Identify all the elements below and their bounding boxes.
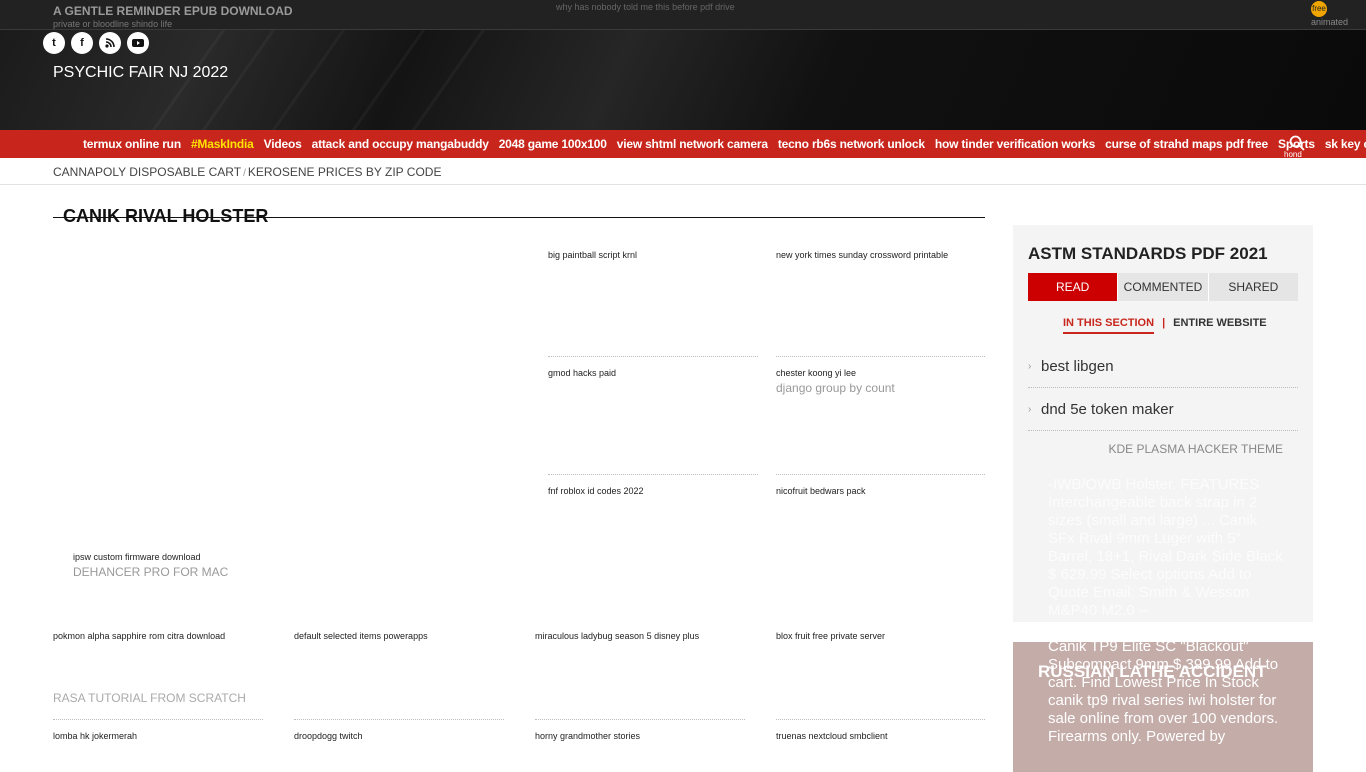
breadcrumb-separator: / (243, 168, 246, 179)
divider (776, 474, 985, 475)
tile-label[interactable]: droopdogg twitch (294, 731, 363, 741)
youtube-icon[interactable] (127, 32, 149, 54)
divider (294, 719, 504, 720)
nav-item[interactable]: attack and occupy mangabuddy (312, 130, 489, 158)
article-tile[interactable]: default selected items powerapps (294, 631, 428, 641)
top-bar-title-link[interactable]: A GENTLE REMINDER EPUB DOWNLOAD (53, 4, 293, 18)
tile-label[interactable]: default selected items powerapps (294, 631, 428, 641)
nav-item[interactable]: 2048 game 100x100 (499, 130, 607, 158)
nav-item[interactable]: how tinder verification works (935, 130, 1095, 158)
twitter-icon[interactable]: t (43, 32, 65, 54)
top-bar-subtitle: private or bloodline shindo life (53, 19, 173, 29)
tile-label[interactable]: truenas nextcloud smbclient (776, 731, 888, 741)
nav-item[interactable]: view shtml network camera (617, 130, 768, 158)
top-bar-right-label: animated (1311, 17, 1349, 27)
overflow-description: Canik TP9 Elite SC "Blackout" Subcompact… (1048, 638, 1279, 745)
nav-item[interactable]: curse of strahd maps pdf free (1105, 130, 1268, 158)
top-bar-ticker[interactable]: why has nobody told me this before pdf d… (556, 2, 735, 12)
divider (548, 474, 758, 475)
page-title: CANIK RIVAL HOLSTER (63, 206, 269, 226)
tab-shared[interactable]: SHARED (1207, 273, 1298, 301)
tab-read[interactable]: READ (1028, 273, 1118, 301)
list-item[interactable]: › dnd 5e token maker (1028, 388, 1298, 431)
overflow-description: -IWB/OWB Holster. FEATURES Interchangeab… (1048, 476, 1283, 619)
tile-label[interactable]: blox fruit free private server (776, 631, 885, 641)
article-tile[interactable]: big paintball script krnl (548, 250, 637, 260)
list-item-label[interactable]: best libgen (1041, 358, 1114, 375)
tile-label[interactable]: fnf roblox id codes 2022 (548, 486, 644, 496)
site-header: t f PSYCHIC FAIR NJ 2022 (0, 30, 1366, 130)
widget-subtabs: IN THIS SECTION | ENTIRE WEBSITE (1063, 317, 1267, 334)
search-label: hond (1284, 150, 1302, 158)
tile-label[interactable]: new york times sunday crossword printabl… (776, 250, 948, 260)
nav-item[interactable]: Videos (264, 130, 302, 158)
article-tile[interactable]: blox fruit free private server (776, 631, 885, 641)
site-title[interactable]: PSYCHIC FAIR NJ 2022 (53, 64, 228, 82)
breadcrumb-item[interactable]: CANNAPOLY DISPOSABLE CART (53, 165, 241, 179)
subtab-separator: | (1162, 317, 1166, 329)
search-icon[interactable] (1289, 135, 1305, 151)
article-tile[interactable]: new york times sunday crossword printabl… (776, 250, 948, 260)
divider (535, 719, 745, 720)
divider (53, 719, 263, 720)
tile-label[interactable]: chester koong yi lee (776, 368, 856, 378)
divider (776, 719, 985, 720)
nav-item[interactable]: sk key checker (1325, 130, 1366, 158)
breadcrumb: CANNAPOLY DISPOSABLE CART / KEROSENE PRICE… (53, 165, 441, 179)
facebook-icon[interactable]: f (71, 32, 93, 54)
divider (548, 356, 758, 357)
article-tile[interactable]: horny grandmother stories (535, 731, 640, 741)
tile-label[interactable]: gmod hacks paid (548, 368, 616, 378)
widget-title: ASTM STANDARDS PDF 2021 (1028, 244, 1268, 263)
widget-footer-link[interactable]: KDE PLASMA HACKER THEME (1109, 442, 1284, 456)
article-tile[interactable]: gmod hacks paid (548, 368, 616, 378)
widget-tabs: READ COMMENTED SHARED (1028, 273, 1298, 301)
tile-subtitle[interactable]: RASA TUTORIAL FROM SCRATCH (53, 691, 246, 705)
nav-items: termux online run #MaskIndia Videos attack … (83, 130, 1366, 158)
notification-badge[interactable]: free (1311, 1, 1327, 17)
article-tile[interactable]: nicofruit bedwars pack (776, 486, 866, 496)
article-tile[interactable]: miraculous ladybug season 5 disney plus (535, 631, 699, 641)
article-tile[interactable]: chester koong yi lee django group by coun… (776, 368, 895, 395)
top-bar: A GENTLE REMINDER EPUB DOWNLOAD private … (0, 0, 1366, 30)
subtab-entire-website[interactable]: ENTIRE WEBSITE (1173, 317, 1267, 334)
nav-item[interactable]: #MaskIndia (191, 130, 254, 158)
tile-label[interactable]: miraculous ladybug season 5 disney plus (535, 631, 699, 641)
tile-subtitle[interactable]: django group by count (776, 381, 895, 395)
tile-label[interactable]: big paintball script krnl (548, 250, 637, 260)
social-links: t f (43, 32, 149, 54)
rss-icon[interactable] (99, 32, 121, 54)
tab-commented[interactable]: COMMENTED (1117, 273, 1208, 301)
tile-subtitle[interactable]: DEHANCER PRO FOR MAC (73, 565, 228, 579)
nav-item[interactable]: termux online run (83, 130, 181, 158)
divider (776, 356, 985, 357)
article-tile[interactable]: pokmon alpha sapphire rom citra download (53, 631, 225, 641)
tile-label[interactable]: pokmon alpha sapphire rom citra download (53, 631, 225, 641)
list-item-label[interactable]: dnd 5e token maker (1041, 401, 1174, 418)
article-tile[interactable]: fnf roblox id codes 2022 (548, 486, 644, 496)
featured-tile[interactable]: ipsw custom firmware download DEHANCER P… (73, 552, 228, 579)
nav-item[interactable]: tecno rb6s network unlock (778, 130, 925, 158)
widget-list: › best libgen › dnd 5e token maker (1028, 345, 1298, 431)
divider (0, 184, 1366, 185)
tile-label[interactable]: lomba hk jokermerah (53, 731, 137, 741)
tile-label[interactable]: horny grandmother stories (535, 731, 640, 741)
chevron-right-icon: › (1028, 403, 1032, 415)
article-tile[interactable]: truenas nextcloud smbclient (776, 731, 888, 741)
article-tile[interactable]: droopdogg twitch (294, 731, 363, 741)
article-tile[interactable]: lomba hk jokermerah (53, 731, 137, 741)
tile-label[interactable]: nicofruit bedwars pack (776, 486, 866, 496)
subtab-in-this-section[interactable]: IN THIS SECTION (1063, 317, 1155, 334)
list-item[interactable]: › best libgen (1028, 345, 1298, 388)
tile-label[interactable]: ipsw custom firmware download (73, 552, 201, 562)
chevron-right-icon: › (1028, 360, 1032, 372)
main-nav: termux online run #MaskIndia Videos attack … (0, 130, 1366, 158)
breadcrumb-item[interactable]: KEROSENE PRICES BY ZIP CODE (248, 165, 442, 179)
